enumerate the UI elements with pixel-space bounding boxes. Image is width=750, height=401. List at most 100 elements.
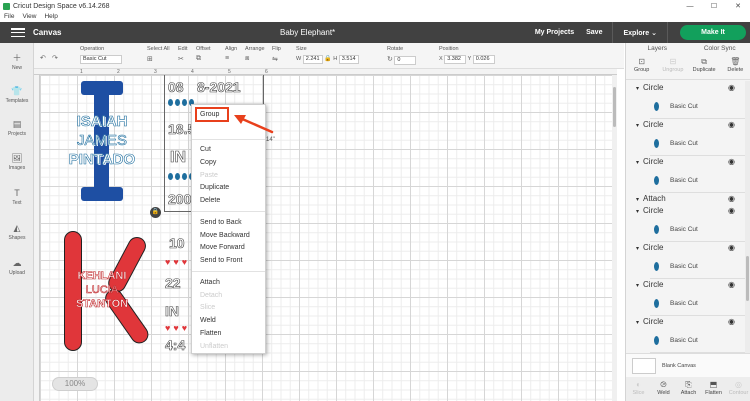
caret-down-icon[interactable]: ▾ — [636, 283, 639, 289]
rotate-input[interactable]: 0 — [394, 56, 417, 65]
layer-group[interactable]: ▾ Circle ◉ — [636, 206, 741, 215]
lock-icon[interactable]: 🔒 — [324, 56, 331, 62]
sidebar-item-projects[interactable]: ▤ Projects — [0, 119, 34, 137]
visibility-eye-icon[interactable]: ◉ — [728, 243, 735, 252]
my-projects-link[interactable]: My Projects — [529, 29, 580, 36]
tab-color-sync[interactable]: Color Sync — [689, 43, 750, 54]
layer-color-swatch[interactable] — [654, 139, 659, 148]
caret-down-icon[interactable]: ▾ — [636, 123, 639, 129]
width-input[interactable]: 2.241 — [302, 55, 323, 64]
flatten-button[interactable]: ⬒ Flatten — [701, 377, 726, 401]
menu-cut[interactable]: Cut — [200, 145, 211, 154]
menu-move-forward[interactable]: Move Forward — [200, 243, 245, 252]
align-icon[interactable]: ≡ — [225, 55, 229, 62]
layer-color-swatch[interactable] — [654, 102, 659, 111]
menu-copy[interactable]: Copy — [200, 158, 216, 167]
minimize-button[interactable]: — — [678, 0, 702, 12]
menu-move-backward[interactable]: Move Backward — [200, 231, 250, 240]
menu-file[interactable]: File — [0, 12, 18, 22]
layer-group[interactable]: ▾ Circle ◉ — [636, 83, 741, 92]
height-input[interactable]: 3.514 — [338, 55, 359, 64]
layer-item[interactable]: Basic Cut — [650, 95, 750, 119]
menu-flatten[interactable]: Flatten — [200, 329, 221, 338]
visibility-eye-icon[interactable]: ◉ — [728, 206, 735, 215]
close-window-button[interactable]: ✕ — [726, 0, 750, 12]
position-y-input[interactable]: 0.026 — [472, 55, 495, 64]
menu-send-to-back[interactable]: Send to Back — [200, 218, 242, 227]
caret-down-icon[interactable]: ▾ — [636, 320, 639, 326]
operation-select[interactable]: Basic Cut — [80, 55, 122, 64]
explore-menu[interactable]: Explore ⌄ — [617, 29, 663, 37]
edit-icon[interactable]: ✂ — [178, 55, 184, 63]
offset-icon[interactable]: ⧉ — [196, 55, 201, 63]
layer-group[interactable]: ▾ Circle ◉ — [636, 317, 741, 326]
layer-color-swatch[interactable] — [654, 336, 659, 345]
layer-item[interactable]: Basic Cut — [650, 255, 750, 279]
layer-item[interactable]: Basic Cut — [650, 292, 750, 316]
layer-group[interactable]: ▾ Circle ◉ — [636, 157, 741, 166]
lock-icon[interactable]: 🔒 — [150, 207, 161, 218]
menu-group[interactable]: Group — [200, 110, 219, 119]
layer-item[interactable]: Basic Cut — [650, 218, 750, 242]
select-all-icon[interactable]: ⊞ — [147, 55, 153, 63]
sidebar-item-new[interactable]: ＋ New — [0, 53, 34, 71]
save-button[interactable]: Save — [580, 29, 608, 36]
menu-duplicate[interactable]: Duplicate — [200, 183, 229, 192]
tab-layers[interactable]: Layers — [626, 43, 689, 54]
weld-button[interactable]: ⧁ Weld — [651, 377, 676, 401]
undo-icon[interactable]: ↶ — [40, 46, 46, 62]
layer-group[interactable]: ▾ Circle ◉ — [636, 243, 741, 252]
attach-button[interactable]: ⎘ Attach — [676, 377, 701, 401]
layers-scrollbar-thumb[interactable] — [746, 256, 749, 301]
maximize-button[interactable]: ☐ — [702, 0, 726, 12]
sidebar-item-images[interactable]: 🖼 Images — [0, 153, 34, 171]
sidebar-item-templates[interactable]: 👕 Templates — [0, 86, 34, 104]
sidebar-item-shapes[interactable]: ◭ Shapes — [0, 223, 34, 241]
caret-down-icon[interactable]: ▾ — [636, 160, 639, 166]
layer-color-swatch[interactable] — [654, 262, 659, 271]
visibility-eye-icon[interactable]: ◉ — [728, 194, 735, 203]
visibility-eye-icon[interactable]: ◉ — [728, 280, 735, 289]
hamburger-menu-icon[interactable] — [11, 28, 25, 37]
blank-canvas-row[interactable]: Blank Canvas — [626, 353, 750, 377]
menu-send-to-front[interactable]: Send to Front — [200, 256, 242, 265]
arrange-icon[interactable]: ⧈ — [245, 55, 249, 63]
visibility-eye-icon[interactable]: ◉ — [728, 120, 735, 129]
layers-scrollbar[interactable] — [745, 81, 750, 381]
menu-weld[interactable]: Weld — [200, 316, 216, 325]
layer-group[interactable]: ▾ Circle ◉ — [636, 120, 741, 129]
canvas-scrollbar[interactable] — [612, 75, 617, 401]
kehlani-text-block[interactable]: KEHLANI LUCIA STANTON — [52, 269, 152, 311]
layer-group[interactable]: ▾ Circle ◉ — [636, 280, 741, 289]
caret-down-icon[interactable]: ▾ — [636, 197, 639, 203]
visibility-eye-icon[interactable]: ◉ — [728, 83, 735, 92]
menu-help[interactable]: Help — [40, 12, 61, 22]
menu-attach[interactable]: Attach — [200, 278, 220, 287]
layer-item[interactable]: Basic Cut — [650, 132, 750, 156]
flip-icon[interactable]: ⇋ — [272, 55, 278, 63]
design-canvas[interactable]: ISAIAH JAMES PINTADO KEHLANI LUCIA STANT… — [34, 69, 617, 401]
layer-color-swatch[interactable] — [654, 299, 659, 308]
layer-group[interactable]: ▾ Attach ◉ — [636, 194, 741, 203]
group-tool-button[interactable]: ⊡ Group — [626, 54, 657, 79]
layer-color-swatch[interactable] — [654, 176, 659, 185]
visibility-eye-icon[interactable]: ◉ — [728, 317, 735, 326]
delete-tool-button[interactable]: 🗑 Delete — [720, 54, 750, 79]
sidebar-item-upload[interactable]: ☁ Upload — [0, 258, 34, 276]
caret-down-icon[interactable]: ▾ — [636, 246, 639, 252]
menu-view[interactable]: View — [18, 12, 40, 22]
menu-delete[interactable]: Delete — [200, 196, 220, 205]
make-it-button[interactable]: Make It — [680, 25, 746, 40]
caret-down-icon[interactable]: ▾ — [636, 209, 639, 215]
caret-down-icon[interactable]: ▾ — [636, 86, 639, 92]
isaiah-text-block[interactable]: ISAIAH JAMES PINTADO — [52, 112, 152, 169]
layer-color-swatch[interactable] — [654, 225, 659, 234]
layer-item[interactable]: Basic Cut — [650, 169, 750, 193]
scrollbar-thumb[interactable] — [613, 87, 616, 127]
position-x-input[interactable]: 3.382 — [444, 55, 467, 64]
redo-icon[interactable]: ↷ — [52, 46, 58, 62]
duplicate-tool-button[interactable]: ⧉ Duplicate — [689, 54, 720, 79]
sidebar-item-text[interactable]: T Text — [0, 188, 34, 206]
visibility-eye-icon[interactable]: ◉ — [728, 157, 735, 166]
layer-item[interactable]: Basic Cut — [650, 329, 750, 353]
